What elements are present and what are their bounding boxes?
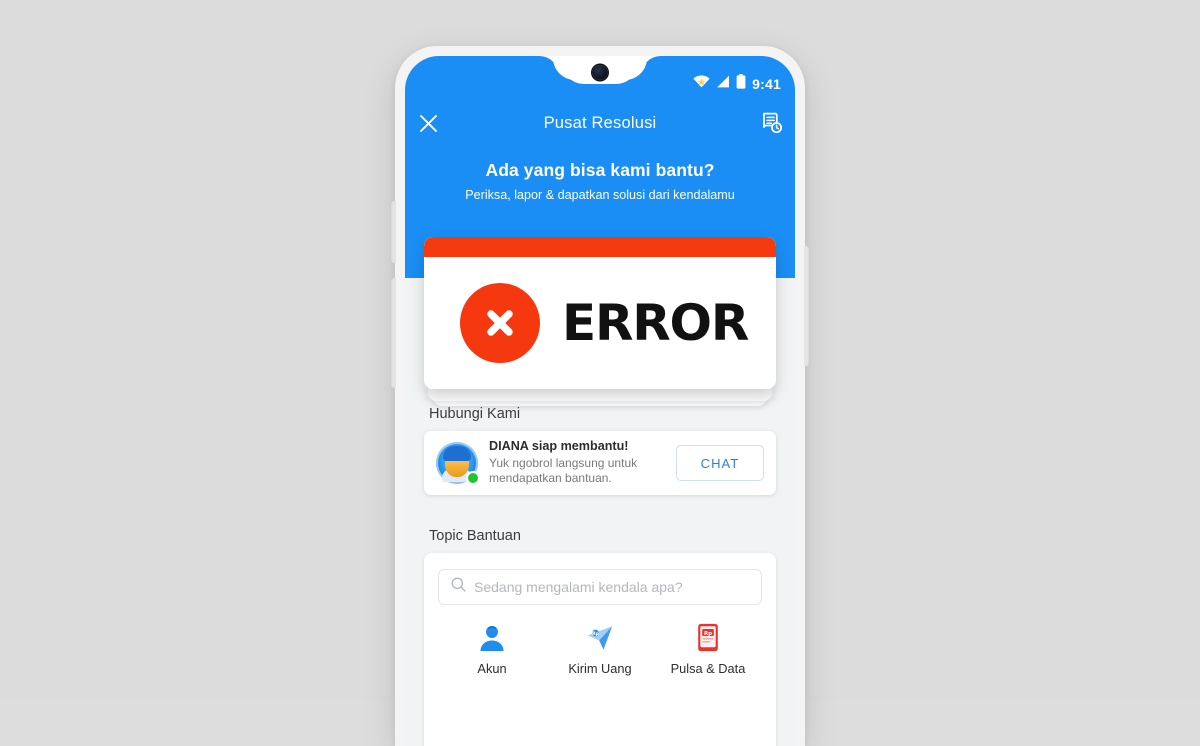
banner-top-bar bbox=[424, 237, 776, 257]
wifi-icon bbox=[693, 75, 710, 93]
search-icon bbox=[451, 577, 466, 597]
topic-label: Kirim Uang bbox=[568, 661, 632, 676]
notch-right-wing bbox=[642, 56, 660, 70]
signal-icon bbox=[716, 75, 730, 93]
search-placeholder: Sedang mengalami kendala apa? bbox=[474, 579, 683, 595]
battery-icon bbox=[736, 74, 746, 94]
hero-heading: Ada yang bisa kami bantu? bbox=[485, 160, 715, 180]
topic-label: Pulsa & Data bbox=[670, 661, 746, 676]
status-time: 9:41 bbox=[752, 76, 781, 92]
send-money-icon: Rp bbox=[586, 622, 614, 652]
app-screen: 9:41 Pusat Resolusi Ada yang bisa kami b… bbox=[405, 56, 795, 746]
contact-name: DIANA siap membantu! bbox=[489, 439, 629, 454]
avatar-hair bbox=[443, 446, 471, 461]
error-circle-x-icon bbox=[460, 283, 540, 363]
svg-text:Rp: Rp bbox=[704, 631, 712, 637]
banner-body: ERROR bbox=[424, 257, 776, 389]
contact-card[interactable]: DIANA siap membantu! Yuk ngobrol langsun… bbox=[424, 431, 776, 495]
topic-item-pulsa-data[interactable]: Rp Pulsa & Data bbox=[654, 622, 762, 676]
status-bar: 9:41 bbox=[693, 74, 781, 94]
app-bar: Pusat Resolusi bbox=[405, 102, 795, 144]
chat-button[interactable]: CHAT bbox=[676, 445, 764, 481]
hero-block: Ada yang bisa kami bantu? Periksa, lapor… bbox=[405, 160, 795, 202]
phone-screen-bezel: 9:41 Pusat Resolusi Ada yang bisa kami b… bbox=[405, 56, 795, 746]
banner-word: ERROR bbox=[562, 294, 749, 352]
report-history-icon[interactable] bbox=[749, 102, 795, 144]
contact-desc: Yuk ngobrol langsung untuk mendapatkan b… bbox=[489, 455, 638, 486]
front-camera-icon bbox=[592, 65, 608, 80]
phone-credit-icon: Rp bbox=[697, 622, 719, 652]
topics-section-title: Topic Bantuan bbox=[429, 528, 521, 544]
topic-item-akun[interactable]: Akun bbox=[438, 622, 546, 676]
online-dot bbox=[468, 473, 478, 483]
error-banner-card[interactable]: ERROR bbox=[424, 237, 776, 389]
topic-item-kirim-uang[interactable]: Rp Kirim Uang bbox=[546, 622, 654, 676]
phone-device-frame: 9:41 Pusat Resolusi Ada yang bisa kami b… bbox=[391, 46, 809, 746]
user-account-icon bbox=[479, 622, 505, 652]
topic-label: Akun bbox=[477, 661, 507, 676]
notch-left-wing bbox=[540, 56, 558, 70]
volume-down-button[interactable] bbox=[391, 278, 396, 388]
power-button[interactable] bbox=[804, 246, 809, 366]
volume-up-button[interactable] bbox=[391, 201, 396, 263]
contact-section-title: Hubungi Kami bbox=[429, 406, 521, 422]
search-input[interactable]: Sedang mengalami kendala apa? bbox=[438, 569, 762, 605]
page-title: Pusat Resolusi bbox=[543, 113, 657, 132]
close-icon[interactable] bbox=[405, 102, 451, 144]
topics-grid: Akun Rp Kirim Uang Rp Pulsa & Data bbox=[438, 622, 762, 676]
contact-text: DIANA siap membantu! Yuk ngobrol langsun… bbox=[489, 439, 665, 487]
desktop-background: 9:41 Pusat Resolusi Ada yang bisa kami b… bbox=[0, 0, 1200, 746]
waterdrop-notch bbox=[562, 56, 638, 84]
svg-text:Rp: Rp bbox=[592, 631, 600, 637]
hero-subheading: Periksa, lapor & dapatkan solusi dari ke… bbox=[465, 188, 735, 202]
diana-avatar bbox=[436, 442, 478, 484]
topics-card: Sedang mengalami kendala apa? Akun Rp Ki… bbox=[424, 553, 776, 746]
